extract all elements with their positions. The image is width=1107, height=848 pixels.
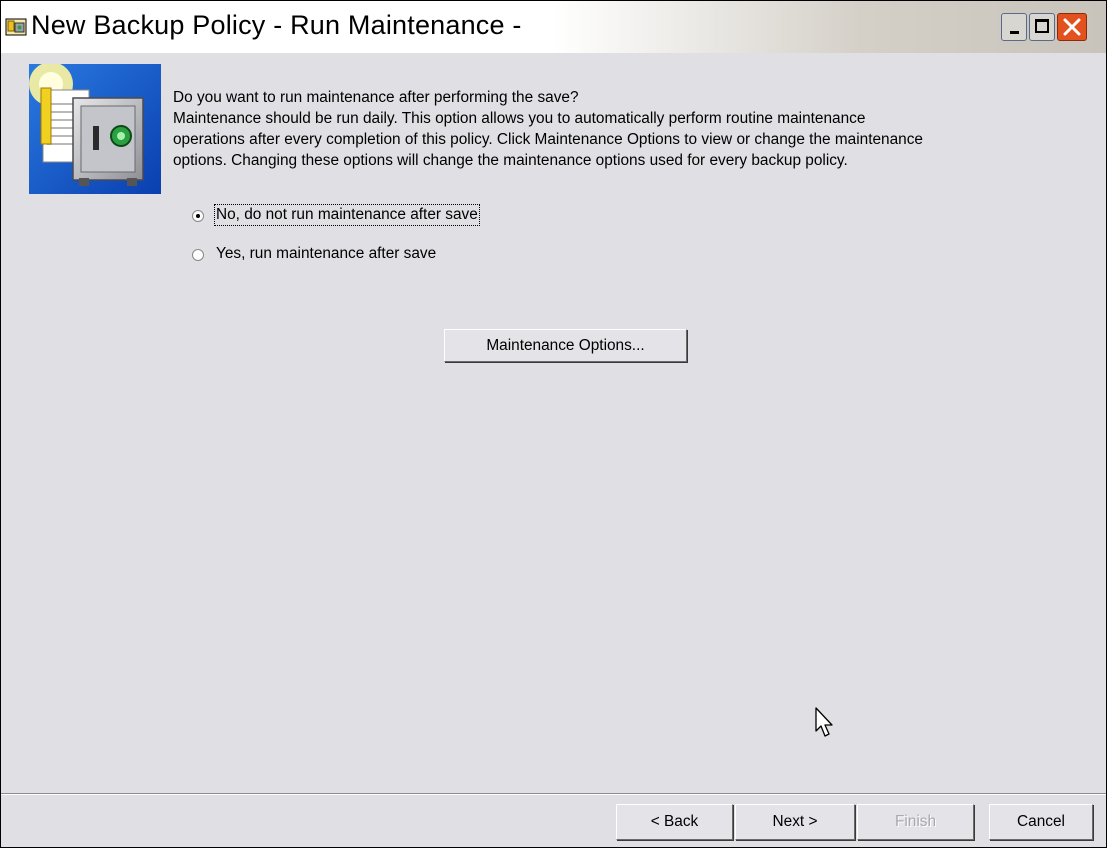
description-line: operations after every completion of thi… <box>173 131 923 148</box>
footer-separator <box>1 793 1106 795</box>
description-text: Do you want to run maintenance after per… <box>173 87 923 171</box>
mouse-cursor-icon <box>815 707 833 737</box>
maximize-icon[interactable] <box>1029 13 1055 41</box>
window-title: New Backup Policy - Run Maintenance - <box>31 10 522 40</box>
question-text: Do you want to run maintenance after per… <box>173 89 579 106</box>
app-icon <box>5 18 27 36</box>
radio-label-no: No, do not run maintenance after save <box>214 204 480 226</box>
title-bar[interactable]: New Backup Policy - Run Maintenance - <box>1 1 1106 53</box>
finish-button: Finish <box>857 804 974 840</box>
safe-document-icon <box>29 64 161 194</box>
radio-label-yes: Yes, run maintenance after save <box>216 245 437 262</box>
description-line: options. Changing these options will cha… <box>173 152 848 169</box>
wizard-window: New Backup Policy - Run Maintenance - Do… <box>0 0 1107 848</box>
maintenance-options-button[interactable]: Maintenance Options... <box>444 329 687 362</box>
radio-no-maintenance[interactable]: No, do not run maintenance after save <box>192 204 792 229</box>
cancel-button[interactable]: Cancel <box>989 804 1093 840</box>
description-line: Maintenance should be run daily. This op… <box>173 110 866 127</box>
back-button[interactable]: < Back <box>616 804 733 840</box>
radio-selected-icon[interactable] <box>192 210 204 222</box>
minimize-icon[interactable] <box>1001 13 1027 41</box>
radio-yes-maintenance[interactable]: Yes, run maintenance after save <box>192 244 792 268</box>
next-button[interactable]: Next > <box>735 804 855 840</box>
radio-unselected-icon[interactable] <box>192 249 204 261</box>
close-icon[interactable] <box>1057 13 1087 41</box>
